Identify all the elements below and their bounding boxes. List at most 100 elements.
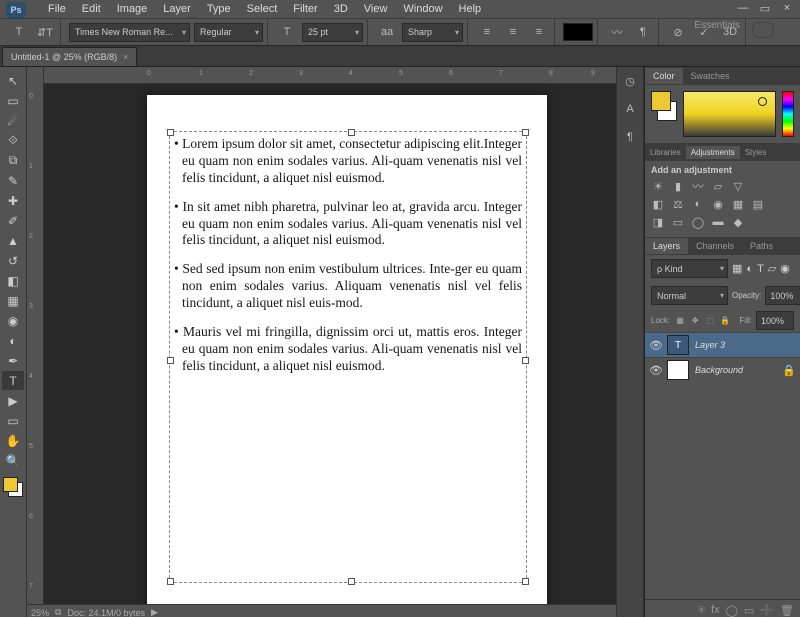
- handle-mid-right[interactable]: [522, 357, 529, 364]
- tab-styles[interactable]: Styles: [740, 146, 772, 159]
- search-icon[interactable]: [752, 22, 774, 38]
- filter-type-icon[interactable]: T: [757, 263, 764, 275]
- handle-mid-left[interactable]: [167, 357, 174, 364]
- magic-wand-tool[interactable]: ⟐: [2, 131, 24, 150]
- close-tab-icon[interactable]: ×: [123, 52, 128, 62]
- history-brush-tool[interactable]: ↺: [2, 251, 24, 270]
- font-size-dropdown[interactable]: 25 pt: [302, 23, 363, 42]
- warp-text-icon[interactable]: 〰: [606, 22, 628, 42]
- adj-posterize-icon[interactable]: ▭: [671, 215, 685, 229]
- marquee-tool[interactable]: ▭: [2, 91, 24, 110]
- move-tool[interactable]: ↖: [2, 71, 24, 90]
- adj-photo-filter-icon[interactable]: ◉: [711, 197, 725, 211]
- align-center-icon[interactable]: ≡: [502, 22, 524, 42]
- adj-channel-icon[interactable]: ▦: [731, 197, 745, 211]
- dodge-tool[interactable]: ◐: [2, 331, 24, 350]
- menu-image[interactable]: Image: [109, 1, 156, 17]
- tab-channels[interactable]: Channels: [688, 238, 742, 254]
- fg-bg-color-swatch[interactable]: [3, 477, 23, 497]
- window-minimize-icon[interactable]: —: [736, 2, 750, 14]
- handle-top-mid[interactable]: [348, 129, 355, 136]
- tab-paths[interactable]: Paths: [742, 238, 781, 254]
- adj-bw-icon[interactable]: ◐: [691, 197, 705, 211]
- menu-window[interactable]: Window: [395, 1, 450, 17]
- menu-edit[interactable]: Edit: [74, 1, 109, 17]
- layer-row[interactable]: 👁 Background 🔒: [645, 357, 800, 382]
- visibility-icon[interactable]: 👁: [649, 364, 661, 377]
- handle-top-right[interactable]: [522, 129, 529, 136]
- clone-stamp-tool[interactable]: ▲: [2, 231, 24, 250]
- fill-input[interactable]: 100%: [756, 311, 794, 330]
- lock-ab-icon[interactable]: ⬚: [704, 315, 716, 327]
- new-group-icon[interactable]: ▭: [744, 604, 754, 617]
- menu-filter[interactable]: Filter: [285, 1, 325, 17]
- type-tool-preset-icon[interactable]: T: [8, 22, 30, 42]
- opacity-input[interactable]: 100%: [765, 286, 800, 305]
- menu-select[interactable]: Select: [239, 1, 286, 17]
- history-panel-icon[interactable]: ◷: [619, 71, 641, 91]
- adj-threshold-icon[interactable]: ◯: [691, 215, 705, 229]
- path-select-tool[interactable]: ▶: [2, 391, 24, 410]
- orientation-toggle-icon[interactable]: ⇵T: [34, 22, 56, 42]
- adj-invert-icon[interactable]: ◨: [651, 215, 665, 229]
- eraser-tool[interactable]: ◧: [2, 271, 24, 290]
- lock-pixel-icon[interactable]: ▦: [674, 315, 686, 327]
- adj-exposure-icon[interactable]: ▱: [711, 179, 725, 193]
- ruler-horizontal[interactable]: 0 1 2 3 4 5 6 7 8 9 10: [43, 67, 616, 84]
- filter-pixel-icon[interactable]: ▦: [732, 262, 742, 275]
- blend-mode-dropdown[interactable]: Normal: [651, 286, 728, 305]
- tab-swatches[interactable]: Swatches: [683, 68, 738, 84]
- tab-adjustments[interactable]: Adjustments: [686, 146, 740, 159]
- tab-libraries[interactable]: Libraries: [645, 146, 686, 159]
- workspace-switcher[interactable]: Essentials: [694, 20, 740, 31]
- doc-size[interactable]: Doc: 24.1M/0 bytes: [67, 608, 145, 617]
- font-style-dropdown[interactable]: Regular: [194, 23, 263, 42]
- text-content[interactable]: • Lorem ipsum dolor sit amet, consectetu…: [170, 132, 526, 391]
- adj-brightness-icon[interactable]: ☀: [651, 179, 665, 193]
- pen-tool[interactable]: ✒: [2, 351, 24, 370]
- layer-row[interactable]: 👁 T Layer 3: [645, 332, 800, 357]
- adj-gradientmap-icon[interactable]: ▬: [711, 215, 725, 229]
- character-panel-icon[interactable]: ¶: [632, 22, 654, 42]
- align-right-icon[interactable]: ≡: [528, 22, 550, 42]
- paragraph-strip-icon[interactable]: ¶: [619, 127, 641, 147]
- ruler-vertical[interactable]: 0 1 2 3 4 5 6 7: [27, 67, 44, 605]
- lasso-tool[interactable]: ☄: [2, 111, 24, 130]
- adj-balance-icon[interactable]: ⚖: [671, 197, 685, 211]
- layer-name[interactable]: Background: [695, 365, 743, 375]
- align-left-icon[interactable]: ≡: [476, 22, 498, 42]
- layer-name[interactable]: Layer 3: [695, 340, 725, 350]
- layer-thumb-type[interactable]: T: [667, 335, 689, 355]
- visibility-icon[interactable]: 👁: [649, 339, 661, 352]
- window-close-icon[interactable]: ×: [780, 2, 794, 14]
- new-layer-icon[interactable]: ➕: [760, 604, 774, 617]
- color-fg-bg[interactable]: [651, 91, 677, 131]
- hand-tool[interactable]: ✋: [2, 431, 24, 450]
- zoom-level[interactable]: 25%: [31, 608, 49, 617]
- gradient-tool[interactable]: ▦: [2, 291, 24, 310]
- zoom-tool[interactable]: 🔍: [2, 451, 24, 470]
- lock-position-icon[interactable]: ✥: [689, 315, 701, 327]
- adj-curves-icon[interactable]: 〰: [691, 179, 705, 193]
- tab-color[interactable]: Color: [645, 68, 683, 84]
- adj-selective-icon[interactable]: ◆: [731, 215, 745, 229]
- font-family-dropdown[interactable]: Times New Roman Re...: [69, 23, 190, 42]
- link-layers-icon[interactable]: ⍟: [698, 604, 705, 617]
- menu-help[interactable]: Help: [451, 1, 490, 17]
- layer-thumb[interactable]: [667, 360, 689, 380]
- foreground-color[interactable]: [3, 477, 18, 492]
- layer-mask-icon[interactable]: ◯: [726, 604, 738, 617]
- adj-lookup-icon[interactable]: ▤: [751, 197, 765, 211]
- menu-layer[interactable]: Layer: [155, 1, 199, 17]
- menu-3d[interactable]: 3D: [326, 1, 356, 17]
- frame-icon[interactable]: ⧉: [55, 607, 61, 617]
- adj-levels-icon[interactable]: ▮: [671, 179, 685, 193]
- text-frame[interactable]: • Lorem ipsum dolor sit amet, consectetu…: [169, 131, 527, 583]
- brush-tool[interactable]: ✐: [2, 211, 24, 230]
- handle-bottom-left[interactable]: [167, 578, 174, 585]
- color-field[interactable]: [683, 91, 776, 137]
- adj-hue-icon[interactable]: ◧: [651, 197, 665, 211]
- filter-shape-icon[interactable]: ▱: [768, 262, 776, 275]
- status-arrow-icon[interactable]: ▶: [151, 607, 158, 617]
- shape-tool[interactable]: ▭: [2, 411, 24, 430]
